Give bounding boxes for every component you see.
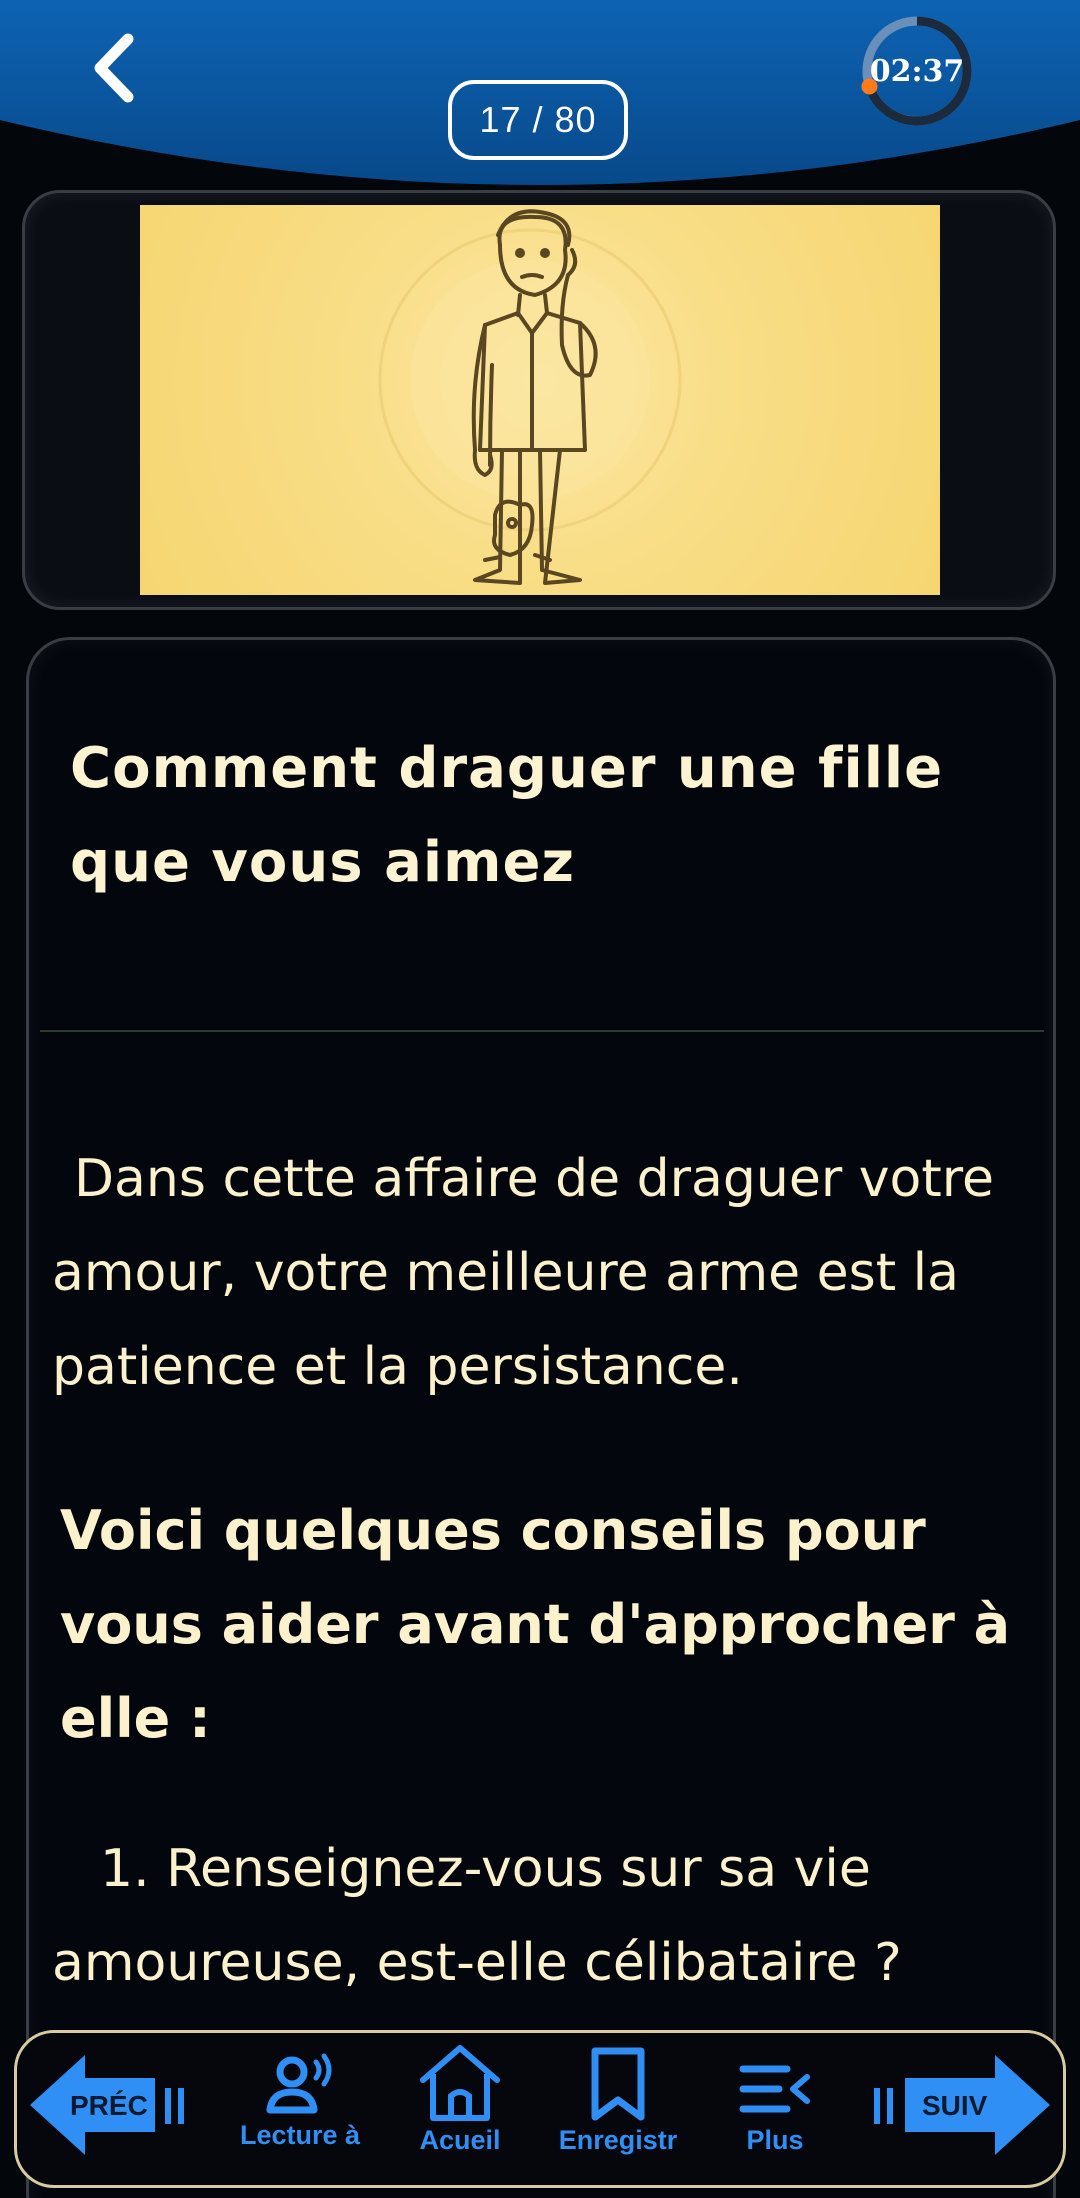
home-icon — [420, 2045, 500, 2121]
article-paragraph-tip-1: 1. Renseignez-vous sur sa vie amoureuse,… — [52, 1839, 902, 1993]
article-illustration — [140, 205, 940, 595]
next-label: SUIV — [922, 2090, 988, 2121]
nav-item-read-aloud[interactable]: Lecture à — [225, 2050, 375, 2151]
arrow-left-icon: PRÉC — [30, 2055, 184, 2155]
article-paragraph-tips-heading: Voici quelques conseils pour vous aider … — [60, 1499, 1011, 1750]
countdown-timer: 02:37 — [858, 12, 976, 130]
chevron-left-icon — [94, 33, 134, 103]
voice-reader-icon — [266, 2053, 332, 2114]
nav-label-save: Enregistr — [558, 2125, 678, 2155]
page-counter: 17 / 80 — [448, 80, 628, 160]
next-button[interactable]: SUIV — [870, 2040, 1060, 2175]
header-bar: 17 / 80 02:37 — [0, 0, 1080, 190]
previous-button[interactable]: PRÉC — [20, 2040, 210, 2175]
title-divider — [40, 1030, 1044, 1032]
nav-item-home[interactable]: Acueil — [400, 2040, 520, 2156]
more-list-icon — [739, 2065, 810, 2113]
back-button[interactable] — [78, 28, 148, 108]
bookmark-icon — [591, 2047, 645, 2121]
nav-label-read-aloud: Lecture à — [239, 2120, 361, 2150]
previous-label: PRÉC — [70, 2090, 148, 2121]
article-title: Comment draguer une fille que vous aimez — [70, 736, 944, 895]
nav-label-more: Plus — [746, 2125, 804, 2155]
arrow-right-icon: SUIV — [874, 2055, 1050, 2155]
nav-item-more[interactable]: Plus — [715, 2055, 835, 2156]
worried-man-with-dog-icon — [378, 209, 682, 585]
article-paragraph-intro: Dans cette affaire de draguer votre amou… — [52, 1149, 994, 1397]
nav-item-save[interactable]: Enregistr — [543, 2045, 693, 2156]
timer-text: 02:37 — [869, 53, 965, 89]
nav-label-home: Acueil — [419, 2125, 501, 2155]
